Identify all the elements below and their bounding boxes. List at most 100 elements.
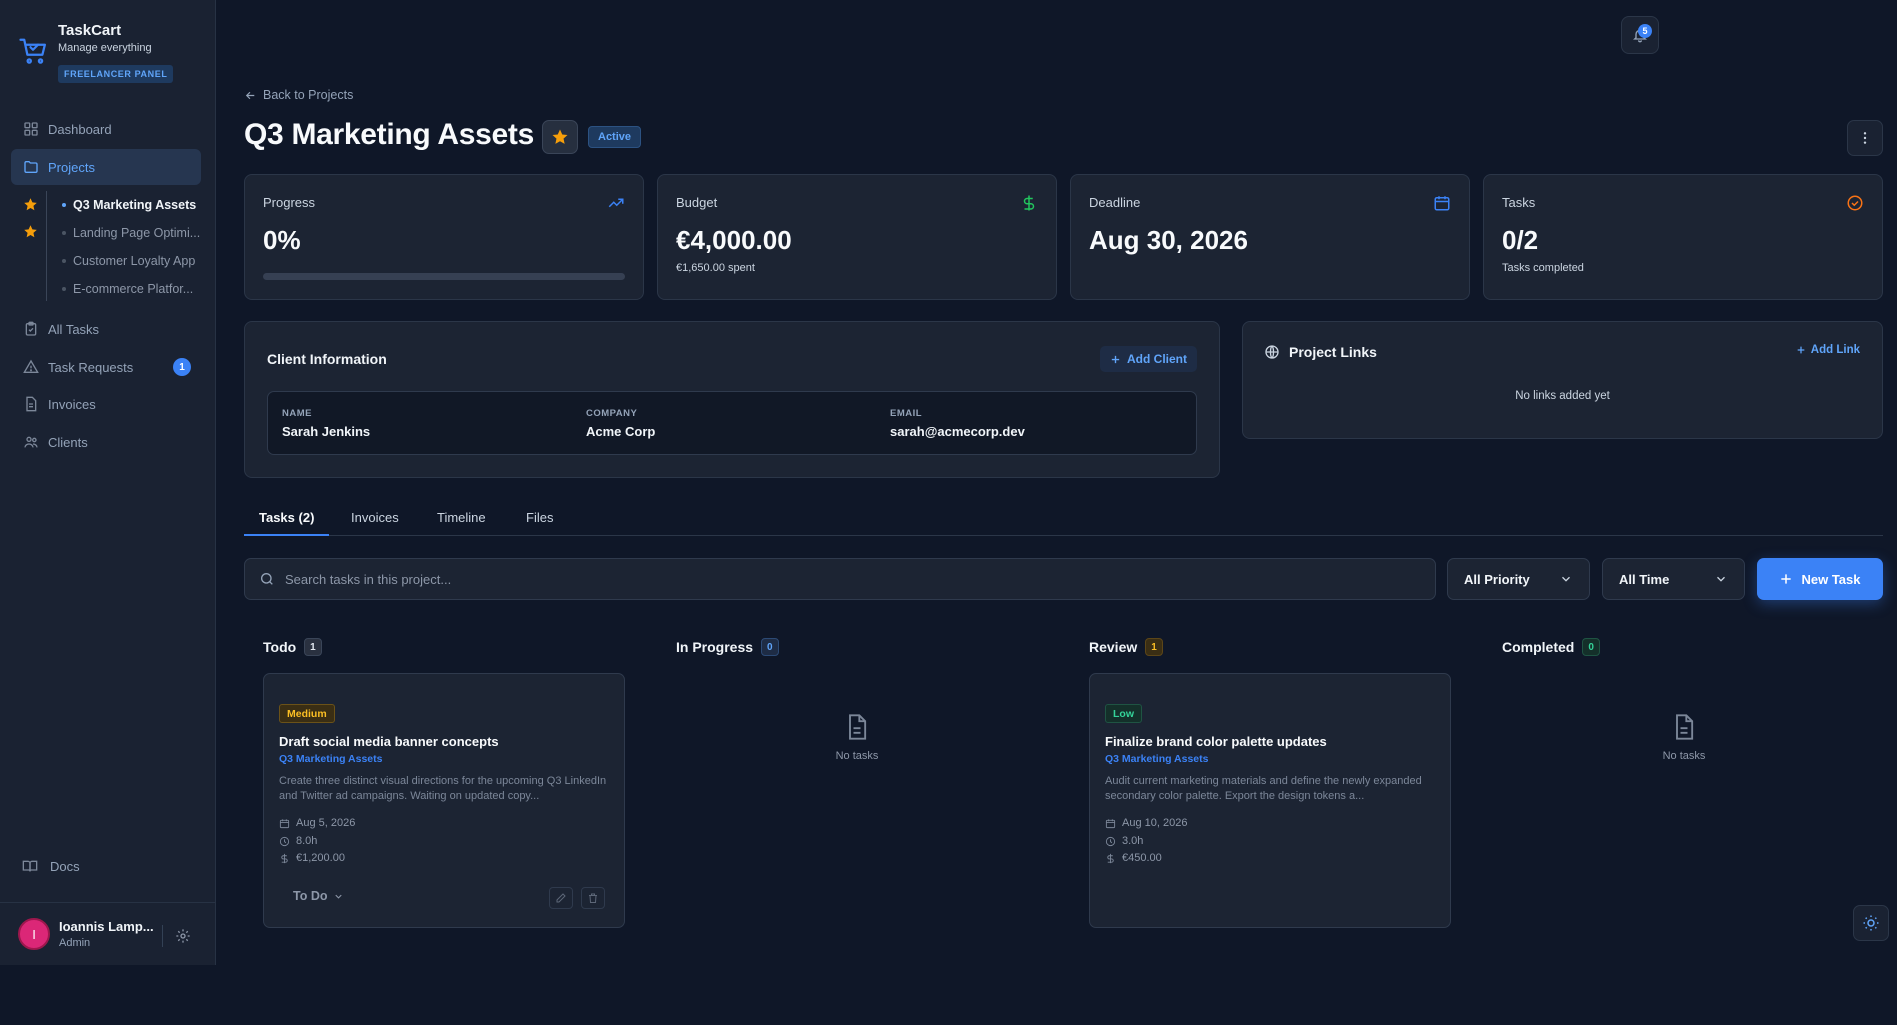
links-header: Project Links [1264, 344, 1377, 360]
clock-icon [279, 836, 290, 846]
delete-task-button[interactable] [581, 887, 605, 909]
task-status-select[interactable]: To Do [293, 889, 344, 903]
empty-links-message: No links added yet [1515, 390, 1610, 402]
stat-value: €4,000.00 [676, 225, 792, 255]
trash-icon [589, 893, 597, 903]
project-label: E-commerce Platfor... [73, 282, 194, 296]
client-details: NAME Sarah Jenkins COMPANY Acme Corp EMA… [267, 391, 1197, 455]
tab-invoices[interactable]: Invoices [351, 510, 399, 536]
sidebar-project-item[interactable]: Customer Loyalty App [47, 247, 207, 275]
task-amount: €450.00 [1105, 852, 1162, 864]
card-title: Client Information [267, 351, 387, 367]
client-name: NAME Sarah Jenkins [282, 408, 370, 439]
chevron-down-icon [335, 894, 343, 899]
trending-up-icon [608, 198, 624, 208]
time-filter[interactable]: All Time [1602, 558, 1745, 600]
priority-filter-value: All Priority [1464, 571, 1530, 587]
cart-icon [19, 38, 46, 64]
sidebar-item-task-requests[interactable]: Task Requests 1 [11, 349, 201, 385]
status-badge: Active [588, 126, 642, 148]
project-label: Q3 Marketing Assets [73, 198, 197, 212]
more-options-button[interactable] [1847, 120, 1883, 156]
new-task-button[interactable]: New Task [1757, 558, 1883, 600]
task-project-link[interactable]: Q3 Marketing Assets [1105, 753, 1208, 765]
time-filter-value: All Time [1619, 571, 1670, 587]
sidebar: TaskCart Manage everything FREELANCER PA… [0, 0, 216, 965]
empty-message: No tasks [1662, 750, 1706, 762]
avatar[interactable]: I [18, 918, 50, 950]
task-card[interactable]: Low Finalize brand color palette updates… [1089, 673, 1451, 928]
favorite-button[interactable] [542, 120, 578, 154]
star-icon[interactable] [23, 224, 38, 239]
check-circle-icon [1847, 195, 1863, 211]
task-project-link[interactable]: Q3 Marketing Assets [279, 753, 382, 765]
project-subnav: Q3 Marketing Assets Landing Page Optimi.… [46, 191, 207, 301]
theme-toggle-button[interactable] [1853, 905, 1889, 941]
stat-value: Aug 30, 2026 [1089, 225, 1248, 255]
priority-filter[interactable]: All Priority [1447, 558, 1590, 600]
tab-timeline[interactable]: Timeline [437, 510, 486, 536]
add-client-button[interactable]: Add Client [1100, 346, 1197, 372]
sidebar-project-item[interactable]: E-commerce Platfor... [47, 275, 207, 303]
edit-task-button[interactable] [549, 887, 573, 909]
column-header-completed: Completed 0 [1502, 638, 1600, 656]
task-title: Draft social media banner concepts [279, 734, 499, 749]
dot-icon [62, 231, 66, 235]
page-title: Q3 Marketing Assets [244, 118, 534, 151]
user-profile: I Ioannis Lamp... Admin [0, 902, 216, 965]
sidebar-item-label: Dashboard [48, 121, 112, 137]
notifications-button[interactable]: 5 [1621, 16, 1659, 54]
users-icon [24, 436, 38, 448]
star-icon[interactable] [23, 197, 38, 212]
sidebar-item-invoices[interactable]: Invoices [11, 386, 201, 422]
task-hours: 8.0h [279, 835, 317, 847]
sidebar-project-item[interactable]: Landing Page Optimi... [47, 219, 207, 247]
task-card[interactable]: Medium Draft social media banner concept… [263, 673, 625, 928]
arrow-left-icon [245, 91, 255, 99]
budget-card: Budget €4,000.00 €1,650.00 spent [657, 174, 1057, 300]
field-label: EMAIL [890, 408, 923, 419]
sun-icon [1863, 915, 1879, 931]
star-icon [552, 129, 568, 144]
new-task-label: New Task [1801, 571, 1861, 587]
plus-icon [1111, 355, 1120, 363]
user-name[interactable]: Ioannis Lamp... [59, 919, 159, 934]
brand[interactable]: TaskCart Manage everything FREELANCER PA… [18, 22, 174, 83]
add-link-button[interactable]: Add Link [1796, 344, 1860, 356]
stat-label: Deadline [1089, 195, 1141, 210]
tab-tasks[interactable]: Tasks (2) [244, 510, 330, 536]
client-email: EMAIL sarah@acmecorp.dev [890, 408, 1025, 439]
file-icon [1676, 714, 1694, 740]
sidebar-item-projects[interactable]: Projects [11, 149, 201, 185]
tab-files[interactable]: Files [526, 510, 553, 536]
brand-tagline: Manage everything [58, 42, 152, 54]
column-title: In Progress [676, 639, 754, 655]
sidebar-item-label: Projects [48, 159, 95, 175]
sidebar-item-all-tasks[interactable]: All Tasks [11, 311, 201, 347]
brand-name: TaskCart [58, 22, 122, 39]
stat-value: 0% [263, 225, 301, 255]
sidebar-item-clients[interactable]: Clients [11, 424, 201, 460]
column-header-todo: Todo 1 [263, 638, 322, 656]
sidebar-project-item[interactable]: Q3 Marketing Assets [47, 191, 207, 219]
empty-column-in-progress: No tasks [797, 713, 917, 762]
column-header-review: Review 1 [1089, 638, 1163, 656]
file-icon [849, 714, 867, 740]
sidebar-item-dashboard[interactable]: Dashboard [11, 111, 201, 147]
back-to-projects-link[interactable]: Back to Projects [244, 88, 353, 102]
task-title: Finalize brand color palette updates [1105, 734, 1327, 749]
column-title: Review [1089, 639, 1138, 655]
search-input[interactable] [285, 571, 1385, 587]
task-date: Aug 5, 2026 [279, 817, 355, 829]
project-label: Customer Loyalty App [73, 254, 196, 268]
gear-icon[interactable] [175, 928, 191, 944]
book-icon [22, 860, 38, 872]
column-count: 1 [1145, 638, 1163, 656]
client-information-card: Client Information Add Client NAME Sarah… [244, 321, 1220, 478]
field-value: Sarah Jenkins [282, 424, 371, 439]
more-vertical-icon [1863, 132, 1867, 144]
meta-value: Aug 5, 2026 [296, 817, 356, 829]
file-icon [26, 396, 37, 412]
alert-triangle-icon [23, 359, 39, 373]
docs-link[interactable]: Docs [22, 858, 80, 874]
